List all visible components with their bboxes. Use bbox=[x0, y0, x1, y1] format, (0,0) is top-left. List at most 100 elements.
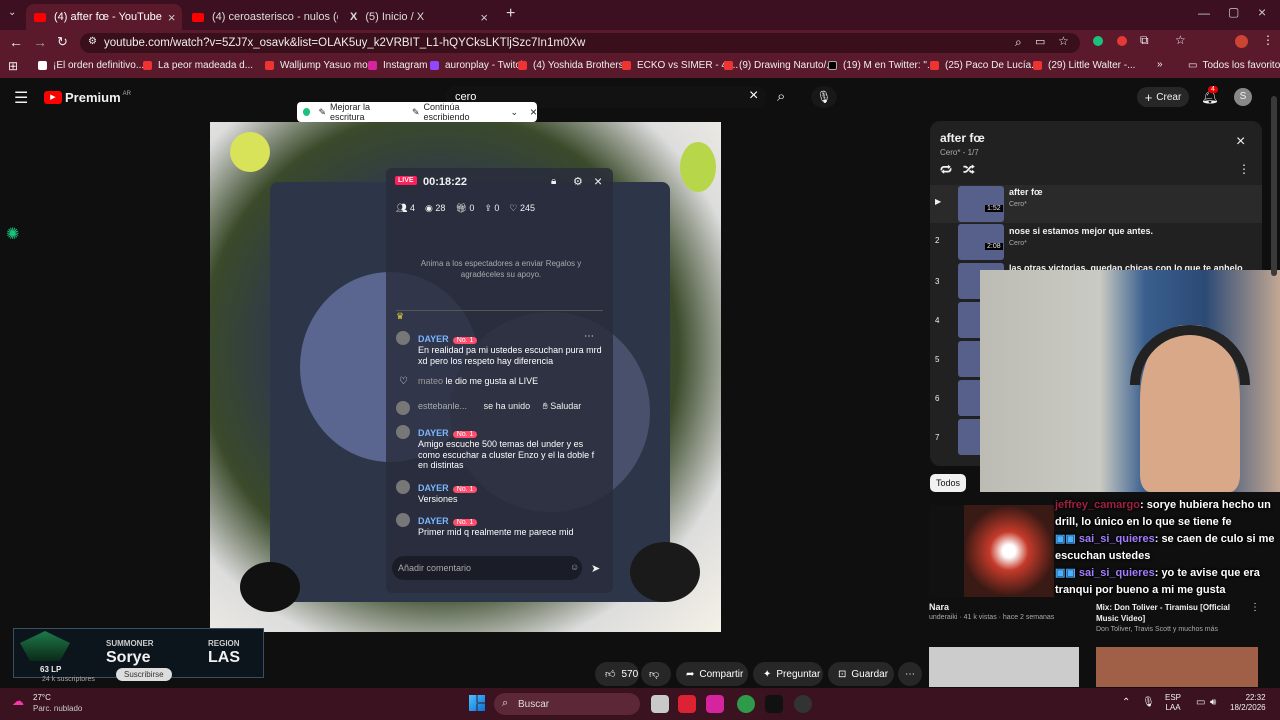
dislike-button[interactable]: 👎︎ bbox=[641, 662, 671, 686]
bookmark[interactable]: ¡El orden definitivo... bbox=[38, 60, 144, 71]
language-indicator[interactable]: ESP LAA bbox=[1165, 693, 1181, 713]
improve-writing-button[interactable]: Mejorar la escritura bbox=[330, 102, 402, 122]
bookmark[interactable]: Walljump Yasuo mo... bbox=[265, 60, 376, 71]
tab-ceroasterisco[interactable]: (4) ceroasterisco - nulos (dir by × bbox=[184, 4, 338, 30]
avatar[interactable]: S bbox=[1234, 88, 1252, 106]
volume-icon[interactable]: 🔊︎ bbox=[1210, 697, 1216, 708]
address-bar[interactable]: ⚙ youtube.com/watch?v=5ZJ7x_osavk&list=O… bbox=[80, 33, 1080, 53]
file-explorer-icon[interactable] bbox=[651, 695, 669, 713]
more-bookmarks-icon[interactable]: » bbox=[1157, 59, 1163, 70]
close-icon[interactable]: × bbox=[1236, 133, 1245, 151]
microphone-icon[interactable]: 🎙︎ bbox=[1142, 697, 1155, 708]
subscribe-button[interactable]: Suscribirse bbox=[116, 668, 172, 681]
tab-x[interactable]: X (5) Inicio / X × bbox=[342, 4, 496, 30]
bookmark-manager-icon[interactable]: ☆ bbox=[1175, 33, 1186, 47]
assistant-icon[interactable]: ✺ bbox=[6, 224, 19, 244]
playlist-item[interactable]: 2 2:08 nose si estamos mejor que antes. … bbox=[930, 223, 1262, 261]
more-icon[interactable]: ⋯ bbox=[584, 331, 594, 342]
folder-icon: ▭ bbox=[1188, 60, 1198, 71]
chat-username[interactable]: DAYER bbox=[418, 516, 449, 526]
emoji-icon[interactable]: ☺ bbox=[570, 562, 579, 572]
greet-button[interactable]: Saludar bbox=[550, 401, 581, 411]
obs-icon[interactable] bbox=[794, 695, 812, 713]
recommended-thumbnail[interactable] bbox=[929, 647, 1079, 687]
chat-username[interactable]: DAYER bbox=[418, 483, 449, 493]
extension-icon[interactable] bbox=[1093, 36, 1103, 46]
create-button[interactable]: + Crear bbox=[1137, 87, 1189, 107]
menu-icon[interactable]: ⋮ bbox=[1262, 33, 1274, 47]
ask-button[interactable]: ✦ Preguntar bbox=[753, 662, 823, 686]
tiktok-icon[interactable] bbox=[765, 695, 783, 713]
bookmark-label: (4) Yoshida Brothers... bbox=[533, 60, 632, 71]
recommended-title[interactable]: Nara bbox=[929, 602, 949, 612]
close-icon[interactable]: × bbox=[530, 105, 537, 119]
bookmark[interactable]: (29) Little Walter -... bbox=[1033, 60, 1135, 71]
clock[interactable]: 22:32 18/2/2026 bbox=[1230, 693, 1266, 713]
chat-username[interactable]: mateo bbox=[418, 376, 443, 386]
playlist-item[interactable]: ▶ 1:52 after fœ Cero* bbox=[930, 185, 1262, 223]
gear-icon[interactable]: ⚙ bbox=[573, 175, 583, 188]
bookmark[interactable]: (25) Paco De Lucía... bbox=[930, 60, 1040, 71]
star-icon[interactable]: ☆ bbox=[1058, 34, 1069, 48]
chrome-icon[interactable] bbox=[737, 695, 755, 713]
cast-icon[interactable]: ▭ bbox=[1035, 35, 1045, 48]
clear-search-icon[interactable]: × bbox=[749, 87, 758, 105]
more-icon[interactable]: ⋮ bbox=[1238, 162, 1250, 176]
scrollbar[interactable] bbox=[1271, 96, 1277, 276]
bookmark[interactable]: (9) Drawing Naruto/... bbox=[724, 60, 835, 71]
window-close-icon[interactable]: × bbox=[1258, 4, 1266, 20]
shuffle-icon[interactable]: 🔀︎ bbox=[963, 162, 975, 179]
tab-list-icon[interactable]: ⌄ bbox=[8, 7, 16, 18]
chat-username[interactable]: DAYER bbox=[418, 428, 449, 438]
bookmark[interactable]: La peor madeada d... bbox=[143, 60, 253, 71]
loop-icon[interactable]: 🔁︎ bbox=[940, 162, 952, 179]
close-icon[interactable]: × bbox=[162, 10, 176, 25]
bookmark[interactable]: (19) M en Twitter: "... bbox=[828, 60, 935, 71]
bookmark[interactable]: auronplay - Twitch bbox=[430, 60, 526, 71]
bookmark[interactable]: ECKO vs SIMER - 4t... bbox=[622, 60, 738, 71]
bookmark[interactable]: (4) Yoshida Brothers... bbox=[518, 60, 632, 71]
tab-youtube[interactable]: (4) after fœ - YouTube × bbox=[26, 4, 182, 30]
lock-icon[interactable]: 🔒︎ bbox=[551, 176, 556, 187]
chat-username[interactable]: esttebanle... bbox=[418, 401, 467, 411]
recommended-thumbnail[interactable] bbox=[1096, 647, 1258, 687]
forward-icon[interactable]: → bbox=[33, 34, 47, 50]
site-info-icon[interactable]: ⚙ bbox=[88, 36, 97, 47]
taskbar-search[interactable]: ⌕ Buscar bbox=[494, 693, 640, 715]
youtube-logo[interactable]: ▶ Premium AR bbox=[44, 90, 131, 105]
profile-avatar[interactable] bbox=[1235, 35, 1248, 48]
app-icon[interactable] bbox=[678, 695, 696, 713]
comment-input[interactable]: Añadir comentario ☺ bbox=[392, 556, 582, 580]
send-icon[interactable]: ➤ bbox=[591, 562, 600, 575]
chevron-down-icon[interactable]: ⌄ bbox=[510, 107, 518, 118]
more-actions-button[interactable]: ⋯ bbox=[898, 662, 922, 686]
like-button[interactable]: 👍︎ 570 bbox=[595, 662, 639, 686]
search-icon[interactable]: ⌕ bbox=[777, 88, 785, 105]
chat-username[interactable]: DAYER bbox=[418, 334, 449, 344]
apps-icon[interactable]: ⊞ bbox=[8, 59, 18, 73]
save-button[interactable]: ⊡ Guardar bbox=[828, 662, 894, 686]
share-button[interactable]: ➦ Compartir bbox=[676, 662, 748, 686]
playlist-title[interactable]: after fœ bbox=[940, 131, 985, 145]
record-icon[interactable] bbox=[1117, 36, 1127, 46]
hamburger-menu-icon[interactable]: ☰ bbox=[14, 88, 28, 108]
network-icon[interactable]: ▭ bbox=[1196, 697, 1205, 708]
minimize-icon[interactable]: — bbox=[1198, 6, 1210, 20]
instagram-icon[interactable] bbox=[706, 695, 724, 713]
extensions-icon[interactable]: ⧉ bbox=[1140, 33, 1149, 48]
zoom-icon[interactable]: ⌕ bbox=[1015, 35, 1022, 50]
continue-writing-button[interactable]: Continúa escribiendo bbox=[423, 102, 502, 122]
close-icon[interactable]: × bbox=[594, 173, 602, 189]
weather-icon[interactable]: ☁ bbox=[12, 694, 24, 708]
new-tab-icon[interactable]: + bbox=[506, 5, 515, 23]
reload-icon[interactable]: ↻ bbox=[57, 34, 68, 50]
back-icon[interactable]: ← bbox=[9, 34, 23, 50]
tray-chevron-icon[interactable]: ⌃ bbox=[1122, 697, 1130, 708]
close-icon[interactable]: × bbox=[474, 10, 488, 25]
maximize-icon[interactable]: ▢ bbox=[1228, 5, 1239, 19]
filter-chip-all[interactable]: Todos bbox=[930, 474, 967, 492]
microphone-icon[interactable]: 🎙︎ bbox=[811, 86, 837, 108]
share-label: Compartir bbox=[699, 668, 744, 680]
all-favorites-folder[interactable]: ▭ Todos los favoritos bbox=[1188, 60, 1280, 71]
bookmark[interactable]: Instagram bbox=[368, 60, 427, 71]
